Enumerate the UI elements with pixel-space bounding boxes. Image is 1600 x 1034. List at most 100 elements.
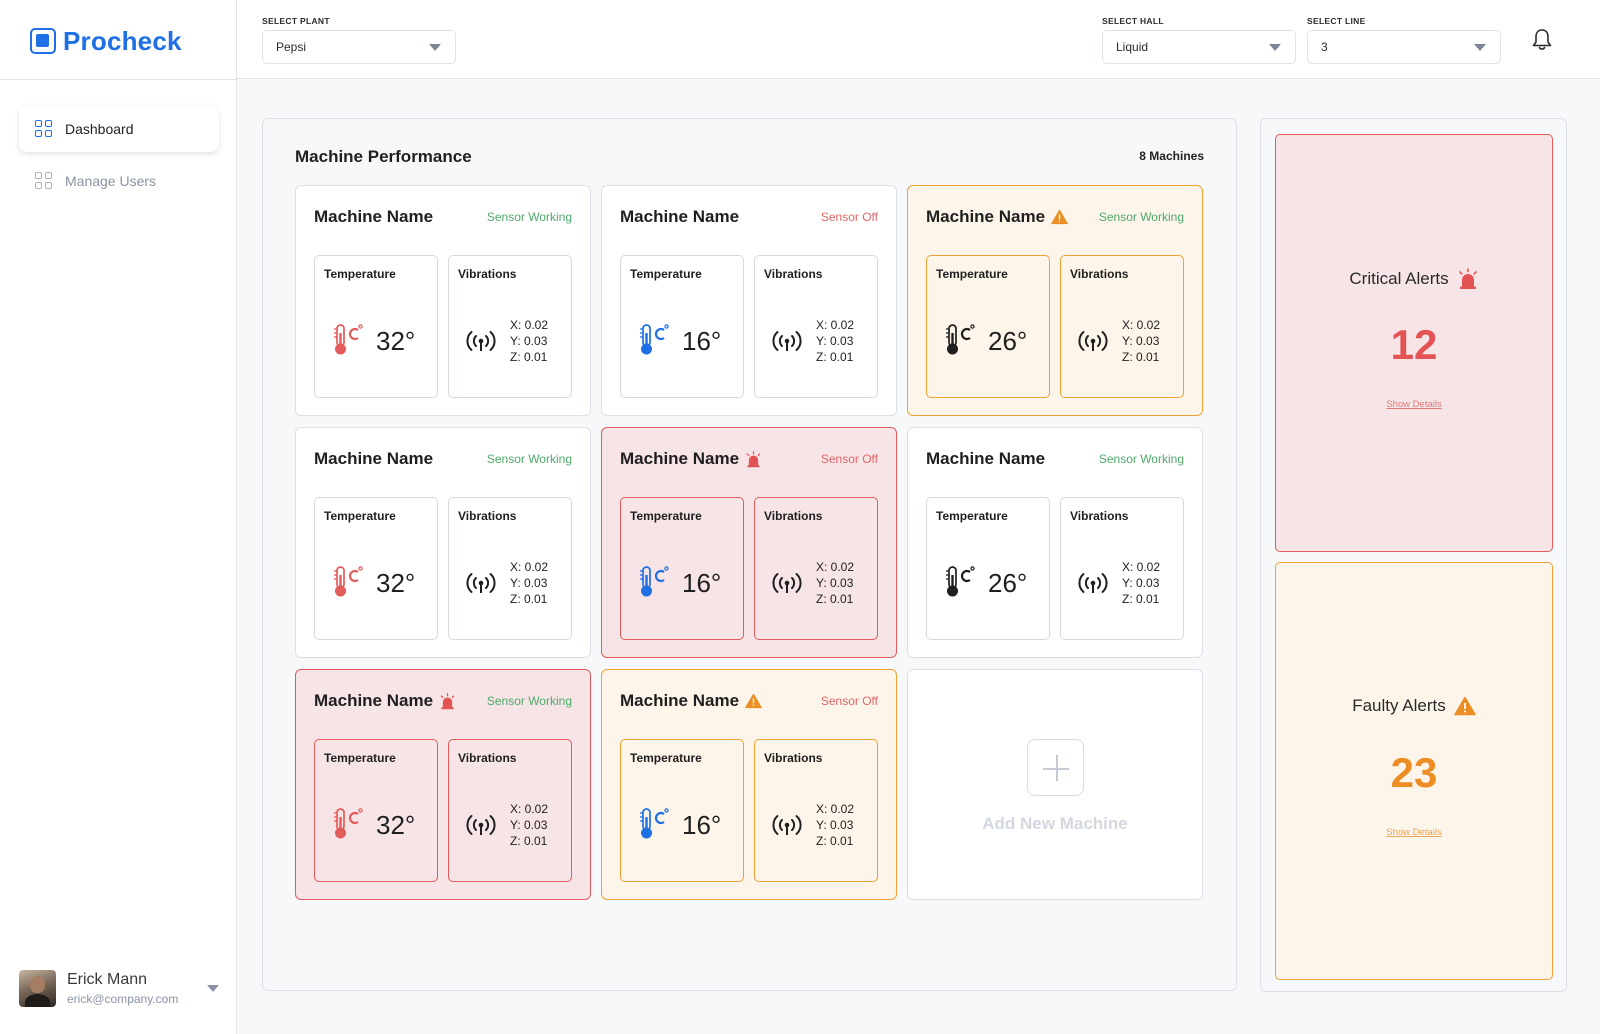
vibration-y: Y: 0.03 xyxy=(510,576,548,590)
sidebar-item-dashboard[interactable]: Dashboard xyxy=(19,106,219,152)
machine-name: Machine Name xyxy=(314,691,456,711)
vibration-y: Y: 0.03 xyxy=(1122,576,1160,590)
machine-card[interactable]: Machine Name Sensor Working Temperature 32°… xyxy=(295,185,591,416)
thermometer-icon xyxy=(640,808,669,839)
temperature-value: 16° xyxy=(682,810,722,840)
machine-card[interactable]: Machine Name Sensor Off Temperature 16° Vibr… xyxy=(601,427,897,658)
plus-icon xyxy=(1027,739,1084,796)
temperature-label: Temperature xyxy=(630,509,702,523)
vibration-values: X: 0.02 Y: 0.03 Z: 0.01 xyxy=(510,801,548,849)
vibration-panel: Vibrations X: 0.02 Y: 0.03 Z: 0.01 xyxy=(754,497,878,640)
machine-card[interactable]: Machine Name Sensor Working Temperature 32°… xyxy=(295,427,591,658)
plant-select[interactable]: Pepsi xyxy=(262,30,456,64)
vibration-icon xyxy=(1078,573,1108,593)
vibration-icon xyxy=(772,573,802,593)
machine-name-text: Machine Name xyxy=(620,691,740,710)
sensor-status: Sensor Working xyxy=(486,452,572,466)
thermometer-icon xyxy=(334,324,363,355)
temperature-label: Temperature xyxy=(630,267,702,281)
temperature-label: Temperature xyxy=(324,751,396,765)
temperature-value: 32° xyxy=(376,326,416,356)
vibration-label: Vibrations xyxy=(1070,509,1129,523)
temperature-panel: Temperature 26° xyxy=(926,497,1050,640)
users-grid-icon xyxy=(35,172,53,190)
vibration-label: Vibrations xyxy=(764,751,823,765)
vibration-panel: Vibrations X: 0.02 Y: 0.03 Z: 0.01 xyxy=(448,739,572,882)
vibration-values: X: 0.02 Y: 0.03 Z: 0.01 xyxy=(1122,317,1160,365)
vibration-label: Vibrations xyxy=(458,267,517,281)
plant-select-label: SELECT PLANT xyxy=(262,16,330,26)
sidebar-item-manage-users[interactable]: Manage Users xyxy=(19,158,219,204)
temperature-label: Temperature xyxy=(630,751,702,765)
critical-alerts-card[interactable]: Critical Alerts 12 Show Details xyxy=(1275,134,1553,552)
machine-name: Machine Name xyxy=(620,449,762,469)
thermometer-icon xyxy=(640,324,669,355)
faulty-alerts-title: Faulty Alerts xyxy=(1276,696,1552,716)
temperature-value: 16° xyxy=(682,568,722,598)
machine-name-text: Machine Name xyxy=(314,207,434,226)
faulty-alerts-count: 23 xyxy=(1390,749,1438,796)
vibration-y: Y: 0.03 xyxy=(510,818,548,832)
machine-card[interactable]: Machine Name Sensor Off Temperature 16° Vibr… xyxy=(601,669,897,900)
add-machine-card[interactable]: Add New Machine xyxy=(907,669,1203,900)
vibration-y: Y: 0.03 xyxy=(510,334,548,348)
machine-card[interactable]: Machine Name Sensor Working Temperature 32°… xyxy=(295,669,591,900)
vibration-z: Z: 0.01 xyxy=(510,592,548,606)
logo-text: Procheck xyxy=(63,25,182,56)
sensor-status: Sensor Working xyxy=(1098,452,1184,466)
vibration-label: Vibrations xyxy=(764,267,823,281)
vibration-z: Z: 0.01 xyxy=(816,834,854,848)
critical-show-details-link[interactable]: Show Details xyxy=(1276,399,1552,410)
line-select-value: 3 xyxy=(1321,40,1328,54)
vibration-panel: Vibrations X: 0.02 Y: 0.03 Z: 0.01 xyxy=(754,255,878,398)
sensor-status: Sensor Off xyxy=(820,452,878,466)
user-email: erick@company.com xyxy=(67,991,179,1006)
vibration-z: Z: 0.01 xyxy=(1122,592,1160,606)
machine-card[interactable]: Machine Name Sensor Working Temperature 26°… xyxy=(907,427,1203,658)
user-menu[interactable]: Erick Mann erick@company.com xyxy=(19,968,219,1008)
vibration-z: Z: 0.01 xyxy=(510,834,548,848)
faulty-show-details-link[interactable]: Show Details xyxy=(1276,827,1552,838)
thermometer-icon xyxy=(640,566,669,597)
machine-name-text: Machine Name xyxy=(314,449,434,468)
chevron-down-icon[interactable] xyxy=(207,985,219,992)
critical-alerts-title: Critical Alerts xyxy=(1276,268,1552,290)
line-select-label: SELECT LINE xyxy=(1307,16,1366,26)
temperature-panel: Temperature 32° xyxy=(314,497,438,640)
vibration-values: X: 0.02 Y: 0.03 Z: 0.01 xyxy=(816,559,854,607)
vibration-z: Z: 0.01 xyxy=(816,350,854,364)
vibration-label: Vibrations xyxy=(764,509,823,523)
machine-name-text: Machine Name xyxy=(926,449,1046,468)
machine-name-text: Machine Name xyxy=(314,691,434,710)
vibration-x: X: 0.02 xyxy=(510,318,549,332)
vibration-icon xyxy=(466,815,496,835)
faulty-alerts-card[interactable]: Faulty Alerts 23 Show Details xyxy=(1275,562,1553,980)
vibration-y: Y: 0.03 xyxy=(1122,334,1160,348)
vibration-label: Vibrations xyxy=(458,751,517,765)
chevron-down-icon xyxy=(1269,44,1281,51)
line-select[interactable]: 3 xyxy=(1307,30,1501,64)
temperature-label: Temperature xyxy=(936,267,1008,281)
vibration-icon xyxy=(466,331,496,351)
critical-alerts-count: 12 xyxy=(1390,321,1438,368)
machine-name: Machine Name xyxy=(314,449,433,469)
avatar xyxy=(19,969,56,1007)
thermometer-icon xyxy=(334,566,363,597)
vibration-x: X: 0.02 xyxy=(816,318,855,332)
temperature-value: 32° xyxy=(376,568,416,598)
hall-select[interactable]: Liquid xyxy=(1102,30,1296,64)
temperature-value: 32° xyxy=(376,810,416,840)
warning-icon xyxy=(1454,696,1476,716)
siren-icon xyxy=(746,450,761,467)
machine-name-text: Machine Name xyxy=(620,207,740,226)
top-bar: SELECT PLANT Pepsi SELECT HALL Liquid SE… xyxy=(237,0,1600,79)
machine-card[interactable]: Machine Name Sensor Working Temperature 26°… xyxy=(907,185,1203,416)
bell-icon[interactable] xyxy=(1531,28,1553,52)
temperature-panel: Temperature 16° xyxy=(620,255,744,398)
sensor-status: Sensor Working xyxy=(486,694,572,708)
temperature-panel: Temperature 16° xyxy=(620,497,744,640)
machine-card[interactable]: Machine Name Sensor Off Temperature 16° Vibr… xyxy=(601,185,897,416)
temperature-panel: Temperature 16° xyxy=(620,739,744,882)
logo[interactable]: Procheck xyxy=(30,26,182,56)
sensor-status: Sensor Off xyxy=(820,694,878,708)
